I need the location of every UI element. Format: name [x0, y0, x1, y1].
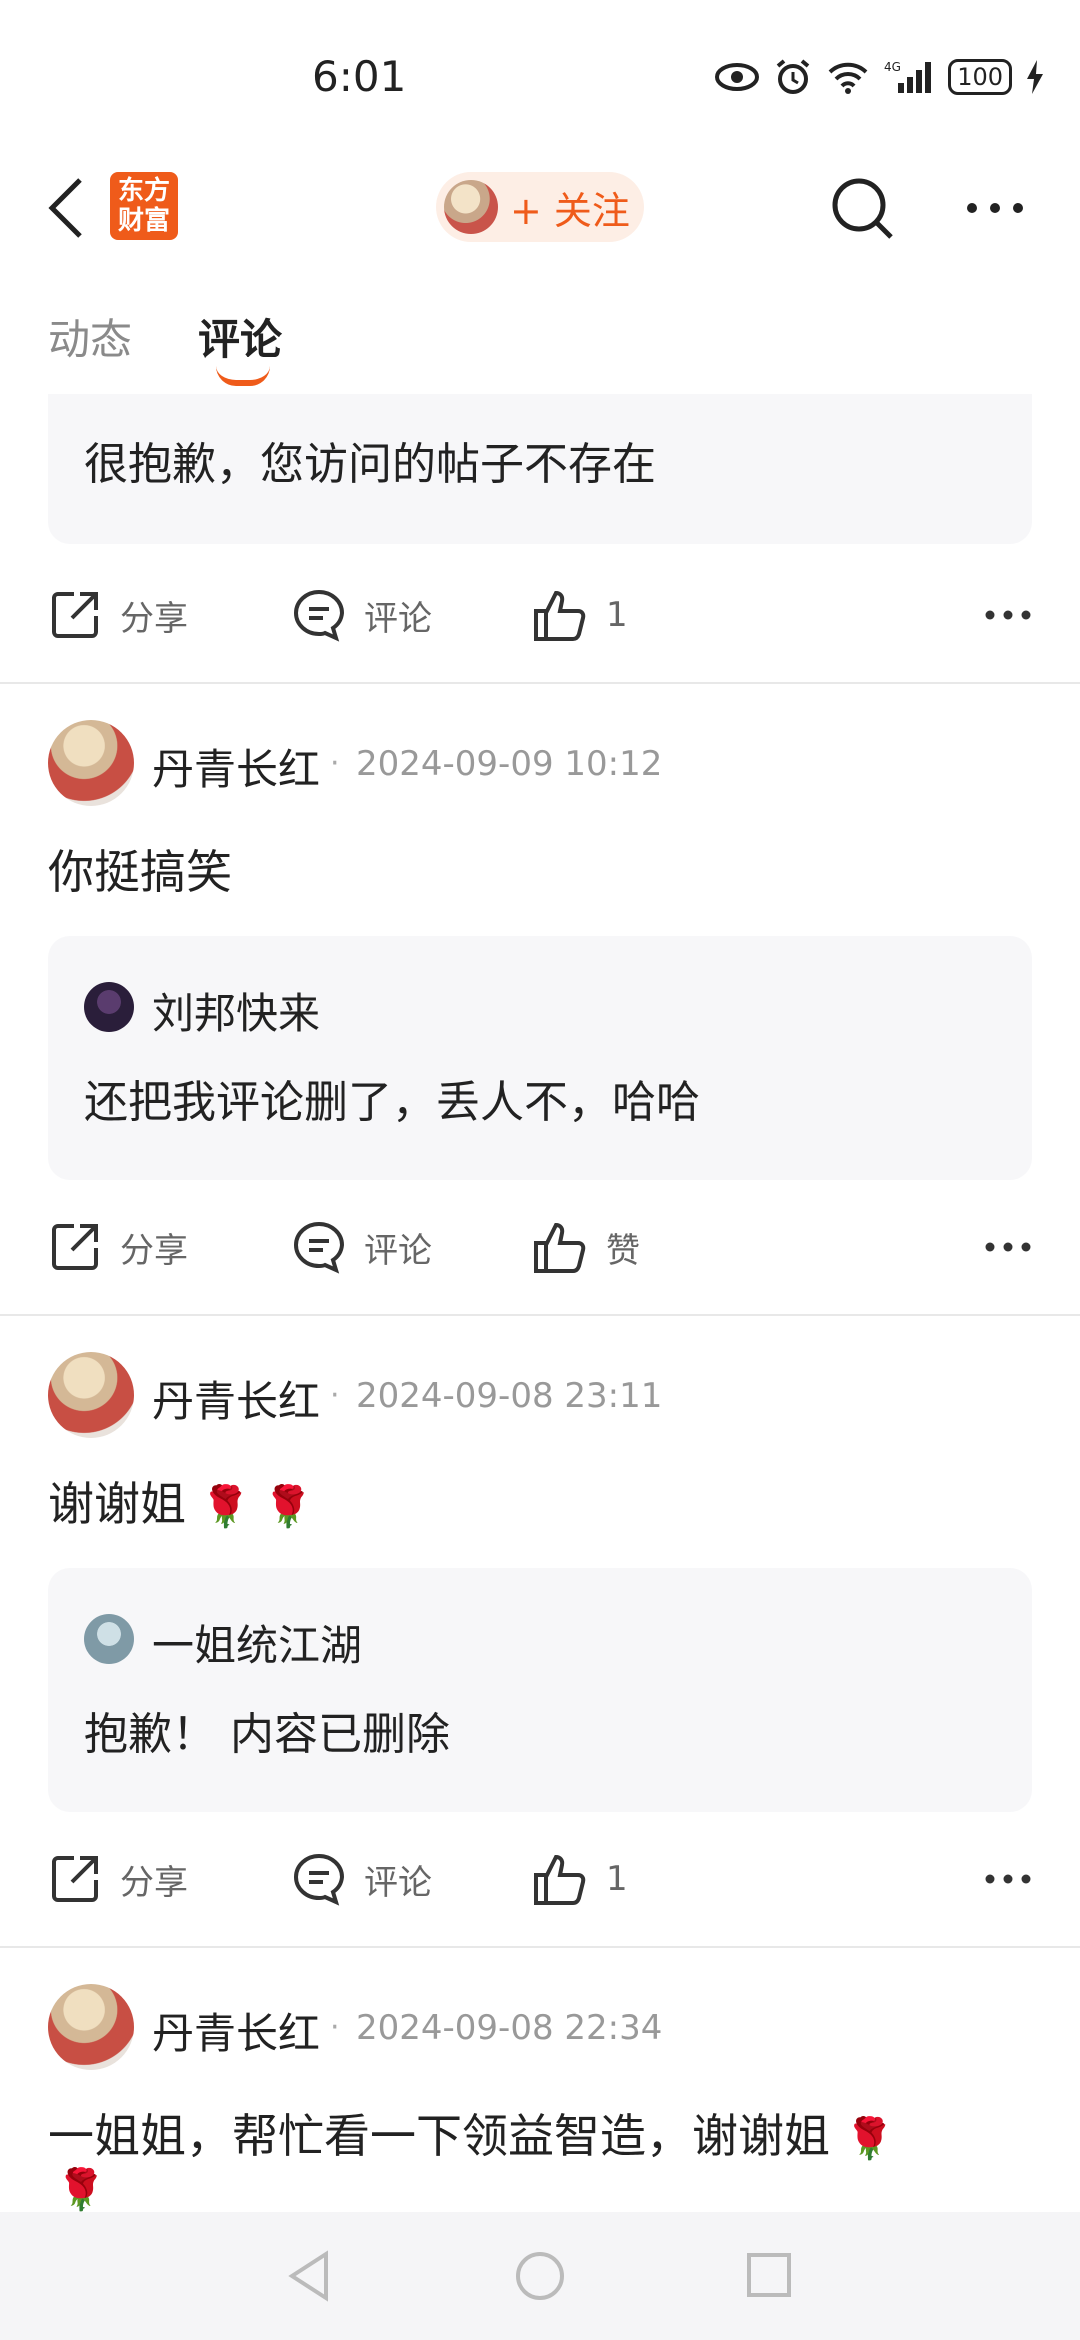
like-label: 赞 — [606, 1230, 640, 1271]
separator-dot: · — [330, 2010, 340, 2045]
comment-button[interactable]: 评论 — [292, 1852, 532, 1906]
comment-button[interactable]: 评论 — [292, 588, 532, 642]
search-button[interactable] — [830, 176, 896, 242]
post-text: 你挺搞笑 — [48, 845, 232, 899]
more-icon[interactable] — [984, 1873, 1032, 1885]
action-row: 分享 评论 1 — [48, 580, 1032, 650]
share-icon — [52, 1856, 98, 1902]
comment-label: 评论 — [364, 598, 432, 639]
divider — [0, 1946, 1080, 1948]
divider — [0, 1314, 1080, 1316]
battery-indicator: 100 — [948, 59, 1012, 95]
author-name[interactable]: 丹青长红 — [152, 1368, 320, 1429]
more-icon[interactable] — [984, 609, 1032, 621]
search-icon — [832, 178, 893, 239]
reply-author[interactable]: 刘邦快来 — [152, 980, 320, 1041]
nav-recents-icon[interactable] — [746, 2252, 792, 2298]
logo-line2: 财富 — [117, 206, 170, 236]
app-logo: 东方 财富 — [110, 172, 178, 240]
reply-avatar — [84, 982, 134, 1032]
comment-label: 评论 — [364, 1862, 432, 1903]
action-row: 分享 评论 赞 — [48, 1212, 1032, 1282]
separator-dot: · — [330, 1378, 340, 1413]
svg-text:4G: 4G — [884, 60, 901, 74]
status-icons: 4G 100 — [714, 58, 1044, 96]
reply-box[interactable] — [48, 1568, 1032, 1812]
share-button[interactable]: 分享 — [48, 1220, 292, 1274]
author-avatar[interactable] — [48, 720, 134, 806]
logo-line1: 东方 — [117, 176, 170, 206]
share-label: 分享 — [120, 1862, 188, 1903]
like-icon — [534, 1222, 586, 1273]
like-button[interactable]: 1 — [532, 1851, 628, 1907]
reply-avatar — [84, 1614, 134, 1664]
like-button[interactable]: 赞 — [532, 1219, 640, 1275]
alarm-icon — [776, 59, 810, 94]
nav-back-icon[interactable] — [286, 2250, 334, 2302]
reply-author[interactable]: 一姐统江湖 — [152, 1612, 362, 1673]
like-icon — [534, 1854, 586, 1905]
like-button[interactable]: 1 — [532, 587, 628, 643]
reply-text: 还把我评论删了，丢人不，哈哈 — [84, 1077, 700, 1128]
more-icon — [967, 203, 1023, 213]
post-text: 谢谢姐 🌹 🌹 — [48, 1468, 313, 1534]
author-avatar[interactable] — [48, 1352, 134, 1438]
share-label: 分享 — [120, 1230, 188, 1271]
share-button[interactable]: 分享 — [48, 588, 292, 642]
nav-home-icon[interactable] — [514, 2250, 566, 2302]
post-text-main: 谢谢姐 — [48, 1477, 186, 1531]
comment-label: 评论 — [364, 1230, 432, 1271]
divider — [0, 682, 1080, 684]
author-name[interactable]: 丹青长红 — [152, 736, 320, 797]
post-datetime: 2024-09-08 23:11 — [356, 1376, 663, 1416]
avatar — [444, 180, 498, 234]
charging-icon — [1027, 60, 1043, 94]
like-icon — [534, 590, 586, 641]
separator-dot: · — [330, 746, 340, 781]
system-nav-bar — [0, 2212, 1080, 2340]
comment-icon — [294, 589, 345, 642]
author-avatar[interactable] — [48, 1984, 134, 2070]
share-button[interactable]: 分享 — [48, 1852, 292, 1906]
like-count: 1 — [606, 1859, 628, 1899]
rose-emoji: 🌹 — [844, 2116, 895, 2162]
tab-comments[interactable]: 评论 — [198, 306, 282, 367]
rose-emoji: 🌹 — [56, 2167, 106, 2213]
share-icon — [52, 1224, 98, 1270]
action-row: 分享 评论 1 — [48, 1844, 1032, 1914]
more-button[interactable] — [966, 200, 1024, 214]
tab-activity[interactable]: 动态 — [48, 306, 132, 367]
eye-icon — [715, 63, 760, 91]
wifi-icon — [828, 62, 868, 94]
share-icon — [52, 592, 98, 638]
share-label: 分享 — [120, 598, 188, 639]
back-icon — [48, 178, 82, 238]
tab-active-indicator — [216, 366, 270, 386]
post-datetime: 2024-09-09 10:12 — [356, 744, 663, 784]
signal-icon: 4G — [884, 60, 932, 93]
author-name[interactable]: 丹青长红 — [152, 2000, 320, 2061]
comment-icon — [294, 1853, 345, 1906]
reply-box[interactable] — [48, 936, 1032, 1180]
reply-text: 抱歉！ 内容已删除 — [84, 1709, 450, 1760]
follow-label: + 关注 — [510, 188, 630, 233]
post-datetime: 2024-09-08 22:34 — [356, 2008, 663, 2048]
comment-icon — [294, 1221, 345, 1274]
post-text: 一姐姐，帮忙看一下领益智造，谢谢姐 🌹 — [48, 2100, 894, 2166]
rose-emoji: 🌹 🌹 — [200, 1484, 313, 1530]
comment-button[interactable]: 评论 — [292, 1220, 532, 1274]
quoted-post-text: 很抱歉，您访问的帖子不存在 — [84, 439, 656, 490]
like-count: 1 — [606, 595, 628, 635]
back-button[interactable] — [44, 176, 92, 240]
follow-button[interactable]: + 关注 — [436, 172, 644, 242]
post-text-main: 一姐姐，帮忙看一下领益智造，谢谢姐 — [48, 2109, 830, 2163]
more-icon[interactable] — [984, 1241, 1032, 1253]
status-time: 6:01 — [312, 52, 407, 101]
